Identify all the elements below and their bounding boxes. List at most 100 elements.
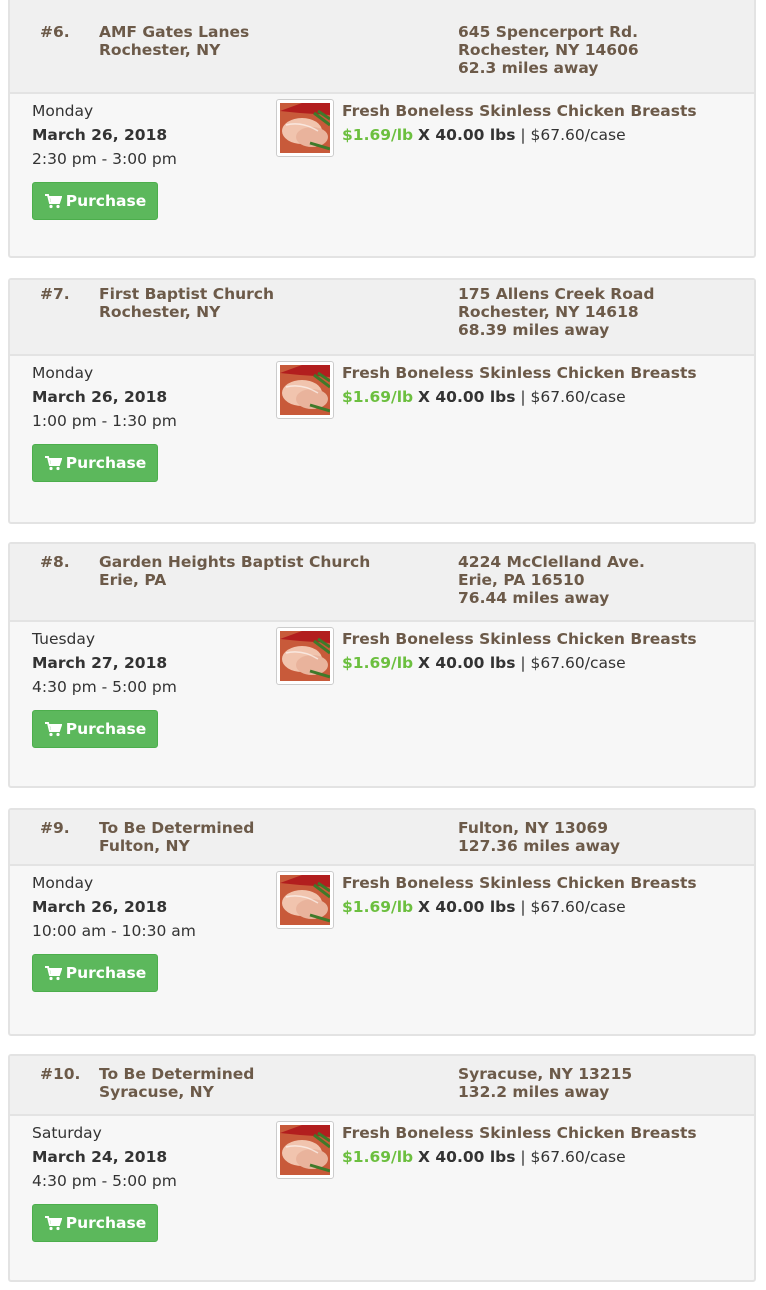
distance: 127.36 miles away — [458, 837, 620, 855]
listing-card: #10. To Be Determined Syracuse, NY Syrac… — [8, 1054, 756, 1282]
purchase-button[interactable]: Purchase — [32, 710, 158, 748]
distance: 68.39 miles away — [458, 321, 610, 339]
product-name[interactable]: Fresh Boneless Skinless Chicken Breasts — [342, 364, 697, 382]
location: To Be Determined Syracuse, NY — [99, 1065, 254, 1101]
location-name: To Be Determined — [99, 1065, 255, 1083]
product-name[interactable]: Fresh Boneless Skinless Chicken Breasts — [342, 1124, 697, 1142]
listing-body: Monday March 26, 2018 2:30 pm - 3:00 pm … — [10, 94, 754, 240]
address: 175 Allens Creek Road Rochester, NY 1461… — [458, 285, 654, 339]
price-line: $1.69/lb X 40.00 lbs | $67.60/case — [342, 1148, 626, 1166]
listing-number: #9. — [40, 819, 70, 837]
pickup-date: March 26, 2018 — [32, 388, 168, 406]
case-price: | $67.60/case — [520, 126, 626, 144]
address-line: Rochester, NY 14618 — [458, 303, 639, 321]
location-name: AMF Gates Lanes — [99, 23, 250, 41]
listing-number: #6. — [40, 23, 70, 41]
quantity: X 40.00 lbs — [418, 388, 516, 406]
address: Fulton, NY 13069 127.36 miles away — [458, 819, 620, 855]
location: Garden Heights Baptist Church Erie, PA — [99, 553, 370, 589]
address-line: 4224 McClelland Ave. — [458, 553, 645, 571]
chicken-breast-thumbnail[interactable] — [276, 361, 334, 419]
product-name[interactable]: Fresh Boneless Skinless Chicken Breasts — [342, 630, 697, 648]
pickup-time: 1:00 pm - 1:30 pm — [32, 412, 177, 430]
chicken-breast-thumbnail[interactable] — [276, 99, 334, 157]
listing-card: #9. To Be Determined Fulton, NY Fulton, … — [8, 808, 756, 1036]
product-name[interactable]: Fresh Boneless Skinless Chicken Breasts — [342, 874, 697, 892]
purchase-button[interactable]: Purchase — [32, 182, 158, 220]
purchase-button-label: Purchase — [65, 454, 147, 472]
price-line: $1.69/lb X 40.00 lbs | $67.60/case — [342, 388, 626, 406]
purchase-button-label: Purchase — [65, 1214, 147, 1232]
listing-card: #7. First Baptist Church Rochester, NY 1… — [8, 278, 756, 524]
shopping-cart-icon — [44, 966, 62, 981]
shopping-cart-icon — [44, 1216, 62, 1231]
pickup-day: Saturday — [32, 1124, 102, 1142]
pickup-date: March 27, 2018 — [32, 654, 168, 672]
listing-number: #7. — [40, 285, 70, 303]
listing-number: #10. — [40, 1065, 81, 1083]
address-line: Rochester, NY 14606 — [458, 41, 639, 59]
pickup-date: March 24, 2018 — [32, 1148, 168, 1166]
pickup-day: Tuesday — [32, 630, 96, 648]
pickup-time: 2:30 pm - 3:00 pm — [32, 150, 177, 168]
purchase-button-label: Purchase — [65, 192, 147, 210]
listing-card: #8. Garden Heights Baptist Church Erie, … — [8, 542, 756, 788]
case-price: | $67.60/case — [520, 654, 626, 672]
price-line: $1.69/lb X 40.00 lbs | $67.60/case — [342, 126, 626, 144]
pickup-date: March 26, 2018 — [32, 126, 168, 144]
location-city: Rochester, NY — [99, 303, 221, 321]
location-city: Rochester, NY — [99, 41, 221, 59]
address-line: Erie, PA 16510 — [458, 571, 585, 589]
case-price: | $67.60/case — [520, 898, 626, 916]
purchase-button[interactable]: Purchase — [32, 954, 158, 992]
address: 645 Spencerport Rd. Rochester, NY 14606 … — [458, 23, 639, 77]
quantity: X 40.00 lbs — [418, 654, 516, 672]
chicken-breast-thumbnail[interactable] — [276, 627, 334, 685]
listing-header: #6. AMF Gates Lanes Rochester, NY 645 Sp… — [10, 0, 754, 94]
purchase-button-label: Purchase — [65, 964, 147, 982]
location: First Baptist Church Rochester, NY — [99, 285, 274, 321]
price-line: $1.69/lb X 40.00 lbs | $67.60/case — [342, 898, 626, 916]
purchase-button[interactable]: Purchase — [32, 444, 158, 482]
location: AMF Gates Lanes Rochester, NY — [99, 23, 249, 59]
address-line: 175 Allens Creek Road — [458, 285, 655, 303]
pickup-time: 4:30 pm - 5:00 pm — [32, 1172, 177, 1190]
listing-card: #6. AMF Gates Lanes Rochester, NY 645 Sp… — [8, 0, 756, 258]
unit-price: $1.69/lb — [342, 898, 414, 916]
listing-body: Saturday March 24, 2018 4:30 pm - 5:00 p… — [10, 1116, 754, 1262]
pickup-date: March 26, 2018 — [32, 898, 168, 916]
purchase-button[interactable]: Purchase — [32, 1204, 158, 1242]
location-name: Garden Heights Baptist Church — [99, 553, 371, 571]
location-city: Erie, PA — [99, 571, 167, 589]
quantity: X 40.00 lbs — [418, 126, 516, 144]
listing-header: #9. To Be Determined Fulton, NY Fulton, … — [10, 810, 754, 866]
listing-header: #8. Garden Heights Baptist Church Erie, … — [10, 544, 754, 622]
listing-body: Monday March 26, 2018 10:00 am - 10:30 a… — [10, 866, 754, 1012]
pickup-day: Monday — [32, 874, 94, 892]
location-name: To Be Determined — [99, 819, 255, 837]
distance: 62.3 miles away — [458, 59, 599, 77]
unit-price: $1.69/lb — [342, 126, 414, 144]
shopping-cart-icon — [44, 722, 62, 737]
distance: 76.44 miles away — [458, 589, 610, 607]
quantity: X 40.00 lbs — [418, 1148, 516, 1166]
location-city: Syracuse, NY — [99, 1083, 214, 1101]
pickup-time: 4:30 pm - 5:00 pm — [32, 678, 177, 696]
chicken-breast-thumbnail[interactable] — [276, 1121, 334, 1179]
purchase-button-label: Purchase — [65, 720, 147, 738]
unit-price: $1.69/lb — [342, 654, 414, 672]
address-line: 645 Spencerport Rd. — [458, 23, 639, 41]
location: To Be Determined Fulton, NY — [99, 819, 254, 855]
case-price: | $67.60/case — [520, 1148, 626, 1166]
pickup-time: 10:00 am - 10:30 am — [32, 922, 196, 940]
unit-price: $1.69/lb — [342, 388, 414, 406]
shopping-cart-icon — [44, 194, 62, 209]
distance: 132.2 miles away — [458, 1083, 610, 1101]
product-name[interactable]: Fresh Boneless Skinless Chicken Breasts — [342, 102, 697, 120]
pickup-day: Monday — [32, 102, 94, 120]
quantity: X 40.00 lbs — [418, 898, 516, 916]
chicken-breast-thumbnail[interactable] — [276, 871, 334, 929]
address: 4224 McClelland Ave. Erie, PA 16510 76.4… — [458, 553, 645, 607]
shopping-cart-icon — [44, 456, 62, 471]
listing-header: #7. First Baptist Church Rochester, NY 1… — [10, 280, 754, 356]
